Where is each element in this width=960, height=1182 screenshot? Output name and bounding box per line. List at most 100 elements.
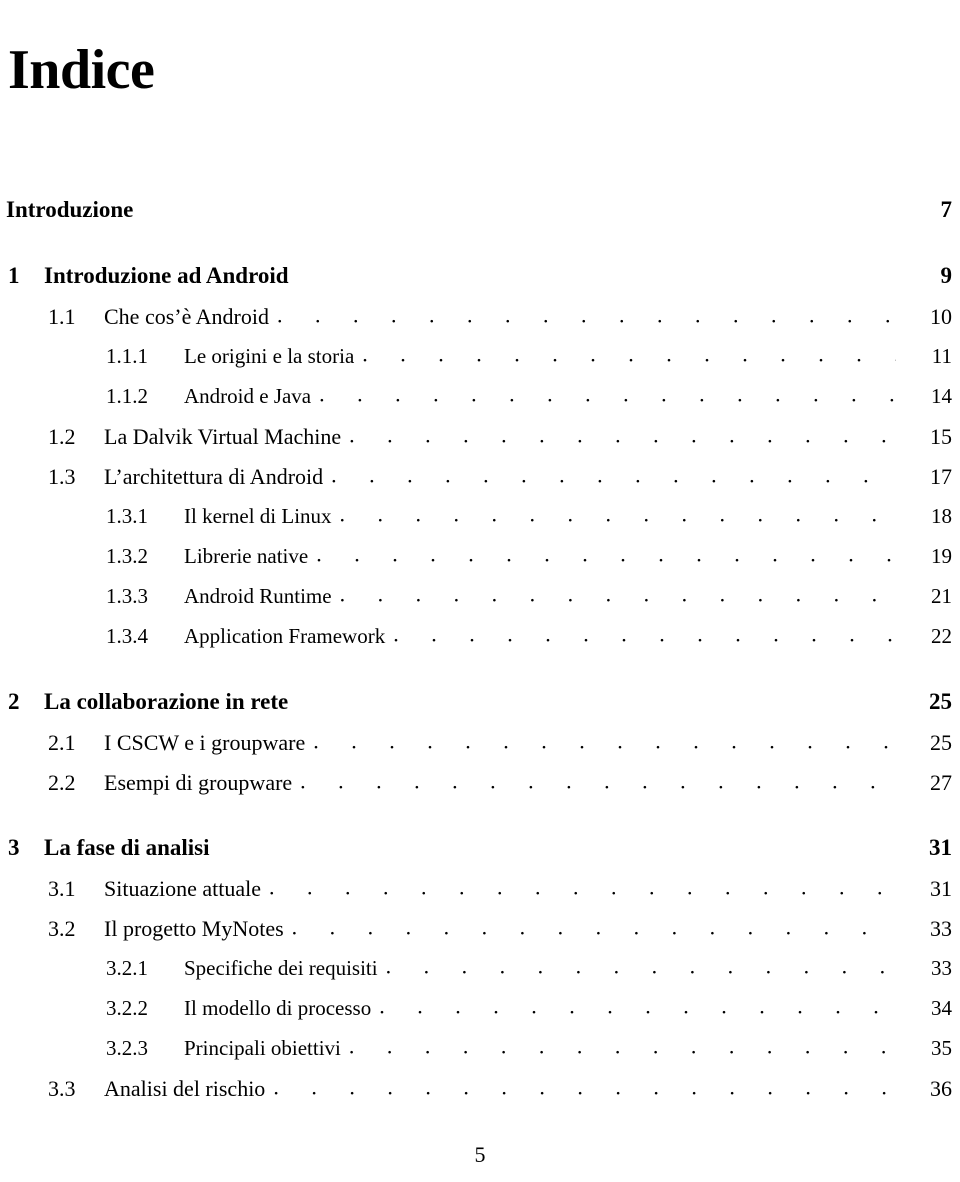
toc-entry-page-number: 25 — [930, 729, 952, 755]
toc-entry-label: Specifiche dei requisiti — [184, 955, 378, 980]
toc-entry[interactable]: 1 Introduzione ad Android . . . . . . . . … — [6, 260, 952, 304]
toc-entry-label: Il progetto MyNotes — [104, 915, 284, 941]
toc-page: Indice Introduzione . . . . . . . . . . .… — [0, 38, 960, 1182]
toc-dot-leader: . . . . . . . . . . . . . . . . . . . . … — [141, 194, 896, 217]
toc-entry-page-number: 25 — [929, 688, 952, 714]
toc-dot-leader-dots: . . . . . . . . . . . . . . . . . . . . … — [379, 996, 896, 1018]
toc-entry[interactable]: 1.3.3 Android Runtime . . . . . . . . . . … — [6, 584, 952, 624]
toc-dot-leader: . . . . . . . . . . . . . . . . . . . . … — [300, 772, 896, 794]
toc-entry[interactable]: 3.1 Situazione attuale . . . . . . . . . .… — [6, 876, 952, 916]
toc-entry[interactable]: 1.1.2 Android e Java . . . . . . . . . . .… — [6, 384, 952, 424]
toc-entry-label: Introduzione — [6, 196, 134, 222]
toc-entry-label: La fase di analisi — [44, 834, 210, 860]
toc-entry[interactable]: 3.2.3 Principali obiettivi . . . . . . . .… — [6, 1036, 952, 1076]
toc-dot-leader-dots: . . . . . . . . . . . . . . . . . . . . … — [269, 877, 896, 900]
toc-entry-page-number: 18 — [931, 503, 952, 528]
toc-entry-number: 3.1 — [48, 875, 76, 901]
toc-dot-leader: . . . . . . . . . . . . . . . . . . . . … — [297, 260, 896, 283]
toc-entry[interactable]: 2 La collaborazione in rete . . . . . . . … — [6, 686, 952, 730]
toc-entry[interactable]: 1.3.4 Application Framework . . . . . . . … — [6, 624, 952, 664]
toc-entry-page-number: 15 — [930, 423, 952, 449]
toc-dot-leader-dots: . . . . . . . . . . . . . . . . . . . . … — [273, 1077, 896, 1100]
toc-dot-leader-dots: . . . . . . . . . . . . . . . . . . . . … — [316, 544, 896, 566]
toc-entry-number: 1.3.4 — [106, 623, 148, 648]
toc-entry[interactable]: 3.3 Analisi del rischio . . . . . . . . . … — [6, 1076, 952, 1116]
toc-dot-leader-dots: . . . . . . . . . . . . . . . . . . . . … — [319, 384, 896, 406]
toc-entry-page-number: 19 — [931, 543, 952, 568]
toc-entry[interactable]: 2.2 Esempi di groupware . . . . . . . . . … — [6, 770, 952, 810]
toc-entry-number: 1 — [8, 262, 20, 288]
toc-dot-leader: . . . . . . . . . . . . . . . . . . . . … — [273, 1078, 896, 1100]
toc-dot-leader-dots: . . . . . . . . . . . . . . . . . . . . … — [331, 465, 896, 488]
toc-dot-leader: . . . . . . . . . . . . . . . . . . . . … — [277, 306, 896, 328]
toc-entry-page-number: 31 — [929, 834, 952, 860]
toc-dot-leader-dots: . . . . . . . . . . . . . . . . . . . . … — [313, 731, 896, 754]
toc-entry-number: 2.1 — [48, 729, 76, 755]
toc-entry-page-number: 36 — [930, 1075, 952, 1101]
toc-dot-leader-dots: . . . . . . . . . . . . . . . . . . . . … — [276, 305, 896, 328]
toc-dot-leader: . . . . . . . . . . . . . . . . . . . . … — [313, 732, 896, 754]
toc-entry[interactable]: 1.3.2 Librerie native . . . . . . . . . . … — [6, 544, 952, 584]
toc-entry-label: La collaborazione in rete — [44, 688, 289, 714]
toc-entry-label: L’architettura di Android — [104, 463, 324, 489]
toc-entry[interactable]: 3.2.2 Il modello di processo . . . . . . .… — [6, 996, 952, 1036]
toc-entry[interactable]: 3 La fase di analisi . . . . . . . . . . .… — [6, 832, 952, 876]
toc-entry[interactable]: 1.1 Che cos’è Android . . . . . . . . . . … — [6, 304, 952, 344]
toc-entry-page-number: 34 — [931, 995, 952, 1020]
toc-entry-page-number: 17 — [930, 463, 952, 489]
toc-entry[interactable]: 1.1.1 Le origini e la storia . . . . . . .… — [6, 344, 952, 384]
toc-dot-leader-dots: . . . . . . . . . . . . . . . . . . . . … — [349, 425, 896, 448]
toc-dot-leader: . . . . . . . . . . . . . . . . . . . . … — [269, 878, 896, 900]
toc-entry-page-number: 10 — [930, 303, 952, 329]
toc-entry-number: 1.3 — [48, 463, 76, 489]
toc-entry[interactable]: 1.3.1 Il kernel di Linux . . . . . . . . .… — [6, 504, 952, 544]
toc-entry[interactable]: 2.1 I CSCW e i groupware . . . . . . . . .… — [6, 730, 952, 770]
toc-dot-leader-dots: . . . . . . . . . . . . . . . . . . . . … — [339, 504, 896, 526]
toc-entry-page-number: 22 — [931, 623, 952, 648]
toc-entry-number: 3.2.3 — [106, 1035, 148, 1060]
toc-entry[interactable]: Introduzione . . . . . . . . . . . . . . … — [6, 194, 952, 238]
toc-entry-label: Application Framework — [184, 623, 386, 648]
toc-entry[interactable]: 1.3 L’architettura di Android . . . . . . … — [6, 464, 952, 504]
toc-entry-label: Android Runtime — [184, 583, 332, 608]
toc-dot-leader-dots: . . . . . . . . . . . . . . . . . . . . … — [300, 771, 896, 794]
toc-entry-label: I CSCW e i groupware — [104, 729, 306, 755]
toc-entry-number: 1.1 — [48, 303, 76, 329]
toc-entry-number: 1.3.2 — [106, 543, 148, 568]
toc-entry-label: Analisi del rischio — [104, 1075, 266, 1101]
toc-dot-leader-dots: . . . . . . . . . . . . . . . . . . . . … — [348, 1036, 896, 1058]
toc-entry-page-number: 21 — [931, 583, 952, 608]
toc-entry-page-number: 14 — [931, 383, 952, 408]
toc-entry-label: Principali obiettivi — [184, 1035, 341, 1060]
toc-entry-label: La Dalvik Virtual Machine — [104, 423, 342, 449]
toc-entry-number: 1.1.1 — [106, 343, 148, 368]
toc-entry-page-number: 7 — [940, 196, 953, 222]
toc-entry[interactable]: 3.2.1 Specifiche dei requisiti . . . . . .… — [6, 956, 952, 996]
toc-entry-label: Librerie native — [184, 543, 309, 568]
toc-dot-leader-dots: . . . . . . . . . . . . . . . . . . . . … — [291, 917, 896, 940]
toc-dot-leader: . . . . . . . . . . . . . . . . . . . . … — [296, 686, 896, 709]
toc-dot-leader-dots: . . . . . . . . . . . . . . . . . . . . … — [385, 956, 896, 978]
toc-entry-number: 3.2.1 — [106, 955, 148, 980]
toc-dot-leader: . . . . . . . . . . . . . . . . . . . . … — [379, 997, 896, 1018]
toc-dot-leader: . . . . . . . . . . . . . . . . . . . . … — [331, 466, 896, 488]
toc-dot-leader: . . . . . . . . . . . . . . . . . . . . … — [292, 918, 896, 940]
toc-entry-page-number: 33 — [930, 915, 952, 941]
toc-entry-number: 1.1.2 — [106, 383, 148, 408]
toc-dot-leader-dots: . . . . . . . . . . . . . . . . . . . . … — [339, 584, 896, 606]
toc-dot-leader: . . . . . . . . . . . . . . . . . . . . … — [319, 385, 896, 406]
toc-entry-number: 2 — [8, 688, 20, 714]
toc-dot-leader: . . . . . . . . . . . . . . . . . . . . … — [362, 345, 896, 366]
toc-entry[interactable]: 1.2 La Dalvik Virtual Machine . . . . . . … — [6, 424, 952, 464]
toc-entry-page-number: 27 — [930, 769, 952, 795]
toc-entry-number: 3.2.2 — [106, 995, 148, 1020]
toc-entry-page-number: 35 — [931, 1035, 952, 1060]
toc-dot-leader: . . . . . . . . . . . . . . . . . . . . … — [349, 426, 896, 448]
toc-dot-leader: . . . . . . . . . . . . . . . . . . . . … — [349, 1037, 896, 1058]
toc-entry[interactable]: 3.2 Il progetto MyNotes . . . . . . . . . … — [6, 916, 952, 956]
toc-dot-leader: . . . . . . . . . . . . . . . . . . . . … — [340, 585, 896, 606]
toc-entry-label: Il modello di processo — [184, 995, 372, 1020]
page-folio-number: 5 — [474, 1141, 486, 1167]
toc-entry-label: Situazione attuale — [104, 875, 261, 901]
toc-dot-leader-dots: . . . . . . . . . . . . . . . . . . . . … — [362, 344, 896, 366]
